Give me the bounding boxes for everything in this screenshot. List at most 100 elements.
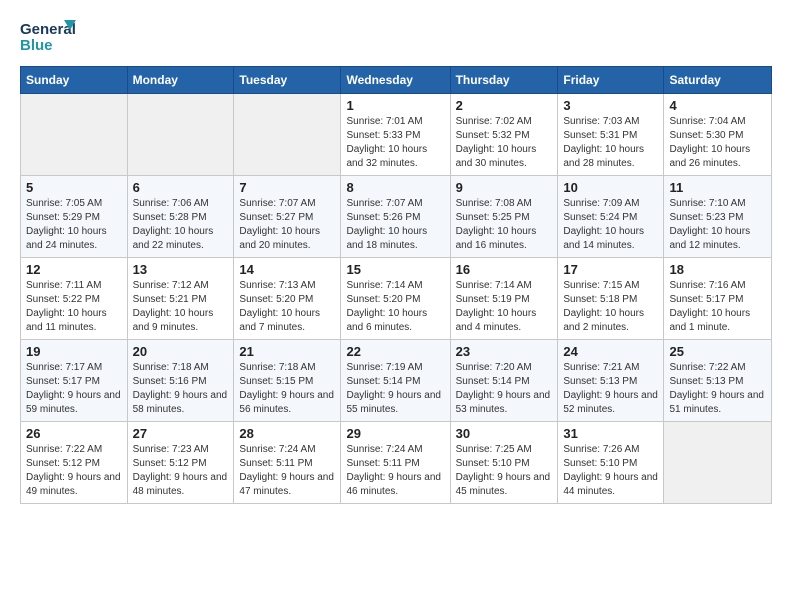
day-number: 23 [456, 344, 553, 359]
day-number: 24 [563, 344, 658, 359]
day-number: 7 [239, 180, 335, 195]
day-info: Sunrise: 7:23 AMSunset: 5:12 PMDaylight:… [133, 443, 229, 499]
calendar-cell: 4 Sunrise: 7:04 AMSunset: 5:30 PMDayligh… [664, 94, 772, 176]
day-number: 1 [346, 98, 444, 113]
day-number: 3 [563, 98, 658, 113]
calendar-cell: 13 Sunrise: 7:12 AMSunset: 5:21 PMDaylig… [127, 258, 234, 340]
calendar-cell: 21 Sunrise: 7:18 AMSunset: 5:15 PMDaylig… [234, 340, 341, 422]
day-number: 4 [669, 98, 766, 113]
day-number: 25 [669, 344, 766, 359]
day-info: Sunrise: 7:09 AMSunset: 5:24 PMDaylight:… [563, 197, 658, 253]
day-info: Sunrise: 7:06 AMSunset: 5:28 PMDaylight:… [133, 197, 229, 253]
days-of-week-row: SundayMondayTuesdayWednesdayThursdayFrid… [21, 67, 772, 94]
day-number: 20 [133, 344, 229, 359]
day-info: Sunrise: 7:21 AMSunset: 5:13 PMDaylight:… [563, 361, 658, 417]
header: General Blue [20, 16, 772, 56]
day-info: Sunrise: 7:01 AMSunset: 5:33 PMDaylight:… [346, 115, 444, 171]
day-info: Sunrise: 7:12 AMSunset: 5:21 PMDaylight:… [133, 279, 229, 335]
calendar-cell: 14 Sunrise: 7:13 AMSunset: 5:20 PMDaylig… [234, 258, 341, 340]
day-info: Sunrise: 7:25 AMSunset: 5:10 PMDaylight:… [456, 443, 553, 499]
day-header: Tuesday [234, 67, 341, 94]
day-info: Sunrise: 7:18 AMSunset: 5:15 PMDaylight:… [239, 361, 335, 417]
calendar-week-row: 1 Sunrise: 7:01 AMSunset: 5:33 PMDayligh… [21, 94, 772, 176]
calendar-cell [664, 422, 772, 504]
day-header: Wednesday [341, 67, 450, 94]
day-info: Sunrise: 7:20 AMSunset: 5:14 PMDaylight:… [456, 361, 553, 417]
day-header: Saturday [664, 67, 772, 94]
day-number: 22 [346, 344, 444, 359]
calendar-cell: 28 Sunrise: 7:24 AMSunset: 5:11 PMDaylig… [234, 422, 341, 504]
day-header: Sunday [21, 67, 128, 94]
day-number: 6 [133, 180, 229, 195]
calendar-body: 1 Sunrise: 7:01 AMSunset: 5:33 PMDayligh… [21, 94, 772, 504]
day-info: Sunrise: 7:11 AMSunset: 5:22 PMDaylight:… [26, 279, 122, 335]
day-number: 11 [669, 180, 766, 195]
calendar-cell: 25 Sunrise: 7:22 AMSunset: 5:13 PMDaylig… [664, 340, 772, 422]
day-info: Sunrise: 7:10 AMSunset: 5:23 PMDaylight:… [669, 197, 766, 253]
day-number: 14 [239, 262, 335, 277]
svg-text:Blue: Blue [20, 37, 53, 54]
day-info: Sunrise: 7:18 AMSunset: 5:16 PMDaylight:… [133, 361, 229, 417]
page: General Blue SundayMondayTuesdayWednesda… [0, 0, 792, 520]
calendar-cell: 10 Sunrise: 7:09 AMSunset: 5:24 PMDaylig… [558, 176, 664, 258]
day-number: 16 [456, 262, 553, 277]
day-info: Sunrise: 7:07 AMSunset: 5:27 PMDaylight:… [239, 197, 335, 253]
calendar-cell: 26 Sunrise: 7:22 AMSunset: 5:12 PMDaylig… [21, 422, 128, 504]
calendar-cell: 15 Sunrise: 7:14 AMSunset: 5:20 PMDaylig… [341, 258, 450, 340]
day-info: Sunrise: 7:08 AMSunset: 5:25 PMDaylight:… [456, 197, 553, 253]
calendar-cell: 31 Sunrise: 7:26 AMSunset: 5:10 PMDaylig… [558, 422, 664, 504]
calendar-cell: 6 Sunrise: 7:06 AMSunset: 5:28 PMDayligh… [127, 176, 234, 258]
day-number: 12 [26, 262, 122, 277]
calendar-cell: 27 Sunrise: 7:23 AMSunset: 5:12 PMDaylig… [127, 422, 234, 504]
calendar-cell: 17 Sunrise: 7:15 AMSunset: 5:18 PMDaylig… [558, 258, 664, 340]
day-info: Sunrise: 7:26 AMSunset: 5:10 PMDaylight:… [563, 443, 658, 499]
day-number: 10 [563, 180, 658, 195]
day-number: 30 [456, 426, 553, 441]
day-info: Sunrise: 7:22 AMSunset: 5:12 PMDaylight:… [26, 443, 122, 499]
calendar-cell: 22 Sunrise: 7:19 AMSunset: 5:14 PMDaylig… [341, 340, 450, 422]
day-number: 15 [346, 262, 444, 277]
day-info: Sunrise: 7:19 AMSunset: 5:14 PMDaylight:… [346, 361, 444, 417]
day-info: Sunrise: 7:14 AMSunset: 5:20 PMDaylight:… [346, 279, 444, 335]
day-number: 29 [346, 426, 444, 441]
calendar-cell: 19 Sunrise: 7:17 AMSunset: 5:17 PMDaylig… [21, 340, 128, 422]
calendar-table: SundayMondayTuesdayWednesdayThursdayFrid… [20, 66, 772, 504]
day-info: Sunrise: 7:05 AMSunset: 5:29 PMDaylight:… [26, 197, 122, 253]
calendar-cell: 8 Sunrise: 7:07 AMSunset: 5:26 PMDayligh… [341, 176, 450, 258]
day-info: Sunrise: 7:03 AMSunset: 5:31 PMDaylight:… [563, 115, 658, 171]
day-number: 9 [456, 180, 553, 195]
logo-svg: General Blue [20, 16, 76, 56]
day-info: Sunrise: 7:13 AMSunset: 5:20 PMDaylight:… [239, 279, 335, 335]
day-number: 17 [563, 262, 658, 277]
day-info: Sunrise: 7:04 AMSunset: 5:30 PMDaylight:… [669, 115, 766, 171]
calendar-cell: 20 Sunrise: 7:18 AMSunset: 5:16 PMDaylig… [127, 340, 234, 422]
day-number: 18 [669, 262, 766, 277]
calendar-cell: 7 Sunrise: 7:07 AMSunset: 5:27 PMDayligh… [234, 176, 341, 258]
calendar-week-row: 12 Sunrise: 7:11 AMSunset: 5:22 PMDaylig… [21, 258, 772, 340]
calendar-cell: 29 Sunrise: 7:24 AMSunset: 5:11 PMDaylig… [341, 422, 450, 504]
day-info: Sunrise: 7:24 AMSunset: 5:11 PMDaylight:… [239, 443, 335, 499]
day-info: Sunrise: 7:15 AMSunset: 5:18 PMDaylight:… [563, 279, 658, 335]
calendar-cell: 1 Sunrise: 7:01 AMSunset: 5:33 PMDayligh… [341, 94, 450, 176]
calendar-cell: 5 Sunrise: 7:05 AMSunset: 5:29 PMDayligh… [21, 176, 128, 258]
calendar-week-row: 26 Sunrise: 7:22 AMSunset: 5:12 PMDaylig… [21, 422, 772, 504]
calendar-week-row: 5 Sunrise: 7:05 AMSunset: 5:29 PMDayligh… [21, 176, 772, 258]
day-info: Sunrise: 7:14 AMSunset: 5:19 PMDaylight:… [456, 279, 553, 335]
day-info: Sunrise: 7:16 AMSunset: 5:17 PMDaylight:… [669, 279, 766, 335]
day-number: 21 [239, 344, 335, 359]
day-number: 31 [563, 426, 658, 441]
day-info: Sunrise: 7:24 AMSunset: 5:11 PMDaylight:… [346, 443, 444, 499]
calendar-cell: 18 Sunrise: 7:16 AMSunset: 5:17 PMDaylig… [664, 258, 772, 340]
calendar-cell: 11 Sunrise: 7:10 AMSunset: 5:23 PMDaylig… [664, 176, 772, 258]
calendar-cell [127, 94, 234, 176]
calendar-cell [234, 94, 341, 176]
day-number: 19 [26, 344, 122, 359]
day-number: 8 [346, 180, 444, 195]
day-number: 2 [456, 98, 553, 113]
calendar-cell: 12 Sunrise: 7:11 AMSunset: 5:22 PMDaylig… [21, 258, 128, 340]
day-header: Monday [127, 67, 234, 94]
day-number: 5 [26, 180, 122, 195]
day-header: Thursday [450, 67, 558, 94]
calendar-cell [21, 94, 128, 176]
calendar-cell: 2 Sunrise: 7:02 AMSunset: 5:32 PMDayligh… [450, 94, 558, 176]
